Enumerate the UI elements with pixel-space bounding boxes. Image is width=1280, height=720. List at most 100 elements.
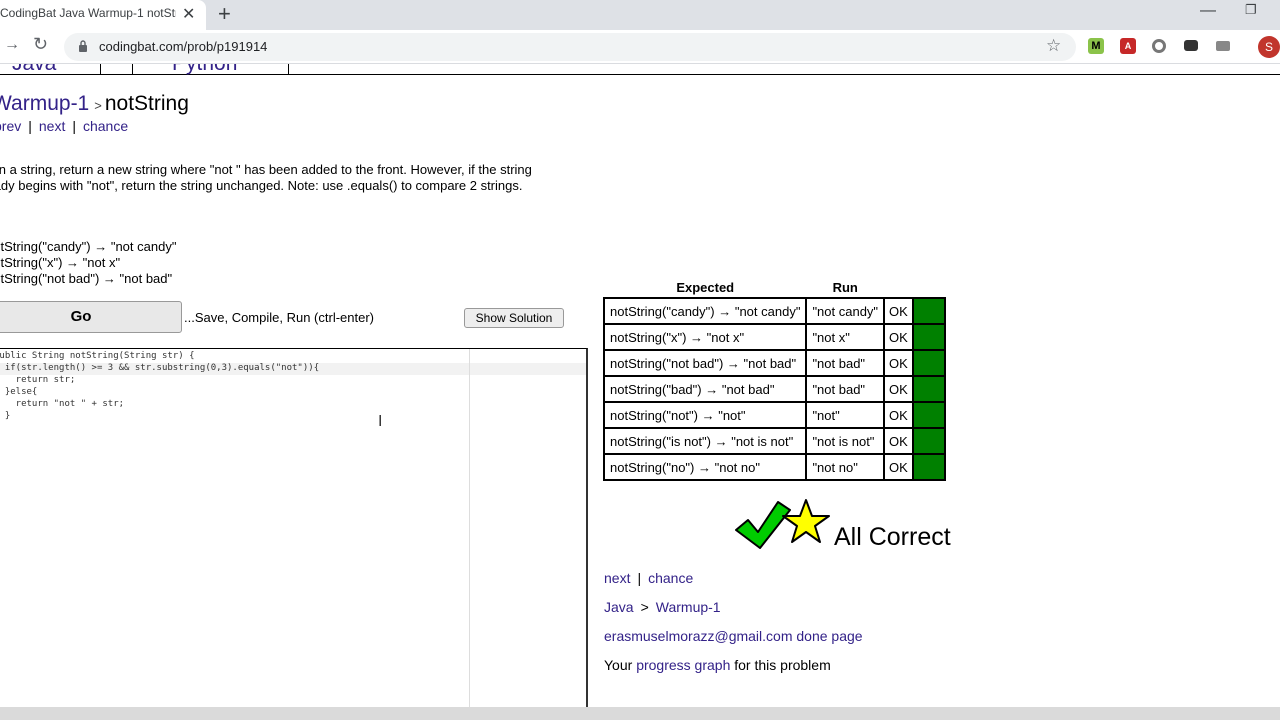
pass-header [913, 278, 945, 298]
nav-python-link[interactable]: Python [172, 64, 237, 76]
result-row: notString("not bad") → "not bad" "not bad… [602, 349, 946, 377]
problem-description: Given a string, return a new string wher… [0, 162, 532, 193]
footer-links: next | chance Java > Warmup-1 erasmuselmoraz… [604, 564, 863, 680]
result-row: notString("candy") → "not candy" "not can… [602, 297, 946, 325]
pass-indicator [911, 297, 946, 325]
run-cell: "not no" [805, 453, 886, 481]
language-nav: Java Python [0, 64, 1280, 75]
all-correct-text: All Correct [834, 523, 951, 551]
print-margin [469, 349, 470, 707]
pass-indicator [911, 427, 946, 455]
status-cell: OK [883, 453, 914, 481]
new-tab-icon[interactable]: + [218, 1, 231, 27]
page-title: notString [104, 92, 189, 115]
run-cell: "not x" [805, 323, 886, 351]
results-table: Expected Run notString("candy") → "not c… [602, 278, 946, 481]
show-solution-button[interactable]: Show Solution [464, 308, 564, 328]
browser-toolbar: → ↻ codingbat.com/prob/p191914 ☆ M A S [0, 30, 1280, 64]
breadcrumb-separator: > [94, 98, 102, 113]
link-separator: | [637, 570, 642, 586]
status-cell: OK [883, 401, 914, 429]
extension-m-icon[interactable]: M [1088, 38, 1104, 54]
nav-separator: | [28, 118, 32, 134]
chance-link-footer[interactable]: chance [648, 570, 693, 586]
status-cell: OK [883, 427, 914, 455]
problem-nav: prev | next | chance [0, 118, 128, 134]
nav-java-link[interactable]: Java [12, 64, 56, 76]
extension-circle-icon[interactable] [1152, 39, 1166, 53]
status-header [884, 278, 913, 298]
breadcrumb-section-link[interactable]: Warmup-1 [0, 92, 89, 115]
nav-separator: | [72, 118, 76, 134]
go-button[interactable]: Go [0, 301, 182, 333]
pass-indicator [911, 401, 946, 429]
pass-indicator [911, 323, 946, 351]
run-cell: "not bad" [805, 375, 886, 403]
progress-suffix: for this problem [734, 657, 831, 673]
run-cell: "not bad" [805, 349, 886, 377]
prev-link[interactable]: prev [0, 118, 21, 134]
checkmark-star-icon [735, 499, 830, 549]
run-cell: "not candy" [805, 297, 886, 325]
chance-link[interactable]: chance [83, 118, 128, 134]
progress-row: Your progress graph for this problem [604, 651, 863, 680]
status-cell: OK [883, 323, 914, 351]
extension-cast-icon[interactable] [1216, 41, 1230, 51]
java-link-footer[interactable]: Java [604, 599, 634, 615]
run-cell: "not is not" [805, 427, 886, 455]
examples-list: notString("candy") → "not candy" notStri… [0, 239, 176, 287]
extension-pdf-icon[interactable]: A [1120, 38, 1136, 54]
text-cursor-icon: I [378, 413, 383, 430]
breadcrumb: Warmup-1 > notString [0, 92, 189, 116]
result-row: notString("x") → "not x" "not x" OK [602, 323, 946, 351]
status-cell: OK [883, 297, 914, 325]
minimize-icon[interactable]: — [1200, 2, 1216, 20]
account-email-link[interactable]: erasmuselmorazz@gmail.com [604, 628, 792, 644]
account-row: erasmuselmorazz@gmail.com done page [604, 622, 863, 651]
forward-icon[interactable]: → [4, 36, 20, 54]
profile-avatar[interactable]: S [1258, 36, 1280, 58]
nav-divider [288, 64, 289, 75]
code-editor[interactable]: public String notString(String str) { if… [0, 348, 588, 707]
browser-tab-strip: CodingBat Java Warmup-1 notString ✕ + — … [0, 0, 1280, 30]
example-item: notString("x") → "not x" [0, 255, 121, 270]
save-compile-run-label: ...Save, Compile, Run (ctrl-enter) [184, 310, 375, 325]
next-chance-row: next | chance [604, 564, 863, 593]
status-cell: OK [883, 375, 914, 403]
expected-cell: notString("is not") → "not is not" [602, 427, 808, 455]
code-text[interactable]: public String notString(String str) { if… [0, 350, 319, 434]
nav-divider [132, 64, 133, 75]
pass-indicator [911, 453, 946, 481]
crumb-separator: > [640, 599, 649, 615]
bookmark-star-icon[interactable]: ☆ [1046, 36, 1061, 56]
progress-prefix: Your [604, 657, 633, 673]
expected-cell: notString("bad") → "not bad" [602, 375, 808, 403]
example-item: notString("not bad") → "not bad" [0, 271, 173, 286]
next-link[interactable]: next [39, 118, 65, 134]
close-tab-icon[interactable]: ✕ [182, 4, 195, 24]
pass-indicator [911, 375, 946, 403]
all-correct-banner: All Correct [734, 496, 994, 556]
url-text: codingbat.com/prob/p191914 [99, 39, 268, 54]
result-row: notString("not") → "not" "not" OK [602, 401, 946, 429]
next-link-footer[interactable]: next [604, 570, 630, 586]
restore-window-icon[interactable]: ❐ [1245, 2, 1257, 17]
reload-icon[interactable]: ↻ [33, 34, 48, 55]
done-page-link[interactable]: done page [796, 628, 862, 644]
address-bar[interactable]: codingbat.com/prob/p191914 ☆ [64, 33, 1076, 61]
warmup-link-footer[interactable]: Warmup-1 [656, 599, 721, 615]
status-cell: OK [883, 349, 914, 377]
progress-graph-link[interactable]: progress graph [636, 657, 730, 673]
extension-camera-icon[interactable] [1184, 40, 1198, 51]
run-cell: "not" [805, 401, 886, 429]
page-content: Java Python Warmup-1>notString prev|next… [0, 64, 1280, 707]
expected-cell: notString("not bad") → "not bad" [602, 349, 808, 377]
horizontal-scrollbar[interactable] [0, 707, 1280, 720]
browser-tab[interactable]: CodingBat Java Warmup-1 notString ✕ [0, 0, 206, 30]
pass-indicator [911, 349, 946, 377]
nav-divider [100, 64, 101, 75]
lock-icon [79, 40, 87, 52]
run-header: Run [832, 280, 858, 295]
expected-cell: notString("not") → "not" [602, 401, 808, 429]
expected-cell: notString("x") → "not x" [602, 323, 808, 351]
